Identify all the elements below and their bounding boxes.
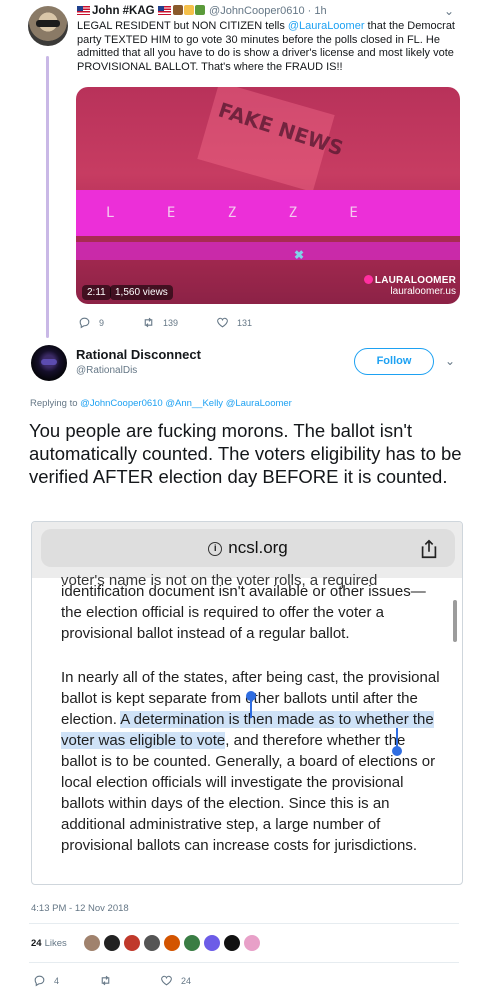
liker-avatar[interactable] <box>242 934 261 952</box>
info-icon: i <box>208 542 223 556</box>
video-band-marks: L E Z Z E <box>106 205 380 221</box>
divider <box>29 923 459 924</box>
liker-avatars <box>82 934 263 952</box>
tweet-video[interactable]: FAKE NEWS L E Z Z E ✖ 2:11 1,560 views L… <box>76 87 460 304</box>
video-views: 1,560 views <box>110 285 173 300</box>
retweet-icon <box>101 975 110 986</box>
parent-tweet-header: John #KAG @JohnCooper0610 · 1h <box>77 5 327 17</box>
video-x-mark-icon: ✖ <box>294 248 305 262</box>
video-duration: 2:11 <box>82 285 111 300</box>
parent-display-name[interactable]: John #KAG <box>92 5 155 17</box>
liker-avatar[interactable] <box>122 934 141 952</box>
screenshot-paragraph-1: identification document isn't available … <box>61 583 426 642</box>
likes-count: 24 <box>31 937 42 949</box>
retweet-button[interactable] <box>99 974 120 987</box>
likes-row[interactable]: 24 Likes <box>31 934 263 952</box>
parent-handle[interactable]: @JohnCooper0610 <box>209 5 305 17</box>
liker-avatar[interactable] <box>222 934 241 952</box>
reply-button[interactable]: 9 <box>78 316 104 329</box>
reply-button[interactable]: 4 <box>33 974 59 987</box>
screenshot-scrollbar <box>453 600 457 642</box>
parent-tweet-text: LEGAL RESIDENT but NON CITIZEN tells @La… <box>77 20 455 73</box>
selection-handle-start <box>246 691 256 718</box>
liker-avatar[interactable] <box>202 934 221 952</box>
heart-icon <box>217 317 228 328</box>
replying-mentions[interactable]: @JohnCooper0610 @Ann__Kelly @LauraLoomer <box>80 398 292 409</box>
us-flag-icon <box>77 6 90 15</box>
liker-avatar[interactable] <box>82 934 101 952</box>
main-tweet-text: You people are fucking morons. The ballo… <box>29 420 462 487</box>
parent-age[interactable]: 1h <box>314 5 326 17</box>
likes-label: Likes <box>44 937 67 949</box>
video-watermark: LAURALOOMER lauraloomer.us <box>363 275 456 297</box>
avatar-rational-disconnect[interactable] <box>31 345 67 381</box>
liker-avatar[interactable] <box>102 934 121 952</box>
replying-to: Replying to @JohnCooper0610 @Ann__Kelly … <box>30 398 292 409</box>
follow-button[interactable]: Follow <box>354 348 434 375</box>
chevron-down-icon[interactable]: ⌄ <box>445 354 455 368</box>
avatar-john[interactable] <box>28 6 68 46</box>
selection-handle-end <box>392 728 402 756</box>
parent-tweet-actions: 9 139 131 <box>78 316 290 329</box>
retweet-icon <box>144 317 153 328</box>
heart-icon <box>161 975 172 986</box>
retweet-button[interactable]: 139 <box>142 316 178 329</box>
thread-connector-line <box>46 56 49 338</box>
reply-icon <box>34 975 45 987</box>
liker-avatar[interactable] <box>162 934 181 952</box>
main-display-name[interactable]: Rational Disconnect <box>76 347 201 362</box>
factory-emoji-icon <box>172 5 183 15</box>
divider <box>29 962 459 963</box>
chevron-down-icon[interactable]: ⌄ <box>444 4 454 18</box>
hands-emoji-icon <box>183 5 194 15</box>
like-button[interactable]: 24 <box>160 974 191 987</box>
liker-avatar[interactable] <box>182 934 201 952</box>
main-tweet-actions: 4 24 <box>33 974 231 987</box>
mention-link[interactable]: @LauraLoomer <box>288 20 365 32</box>
us-flag-icon <box>157 6 171 15</box>
liker-avatar[interactable] <box>142 934 161 952</box>
main-handle[interactable]: @RationalDis <box>76 365 137 376</box>
like-button[interactable]: 131 <box>216 316 252 329</box>
video-magenta-band-lower <box>76 242 460 260</box>
tweet-timestamp[interactable]: 4:13 PM - 12 Nov 2018 <box>31 903 129 914</box>
watermark-logo-icon <box>363 275 373 284</box>
share-icon <box>421 539 437 559</box>
frog-emoji-icon <box>194 5 205 15</box>
embedded-screenshot-image[interactable]: i ncsl.org voter's name is not on the vot… <box>31 521 463 885</box>
browser-url: i ncsl.org <box>32 538 462 558</box>
reply-icon <box>79 317 90 329</box>
